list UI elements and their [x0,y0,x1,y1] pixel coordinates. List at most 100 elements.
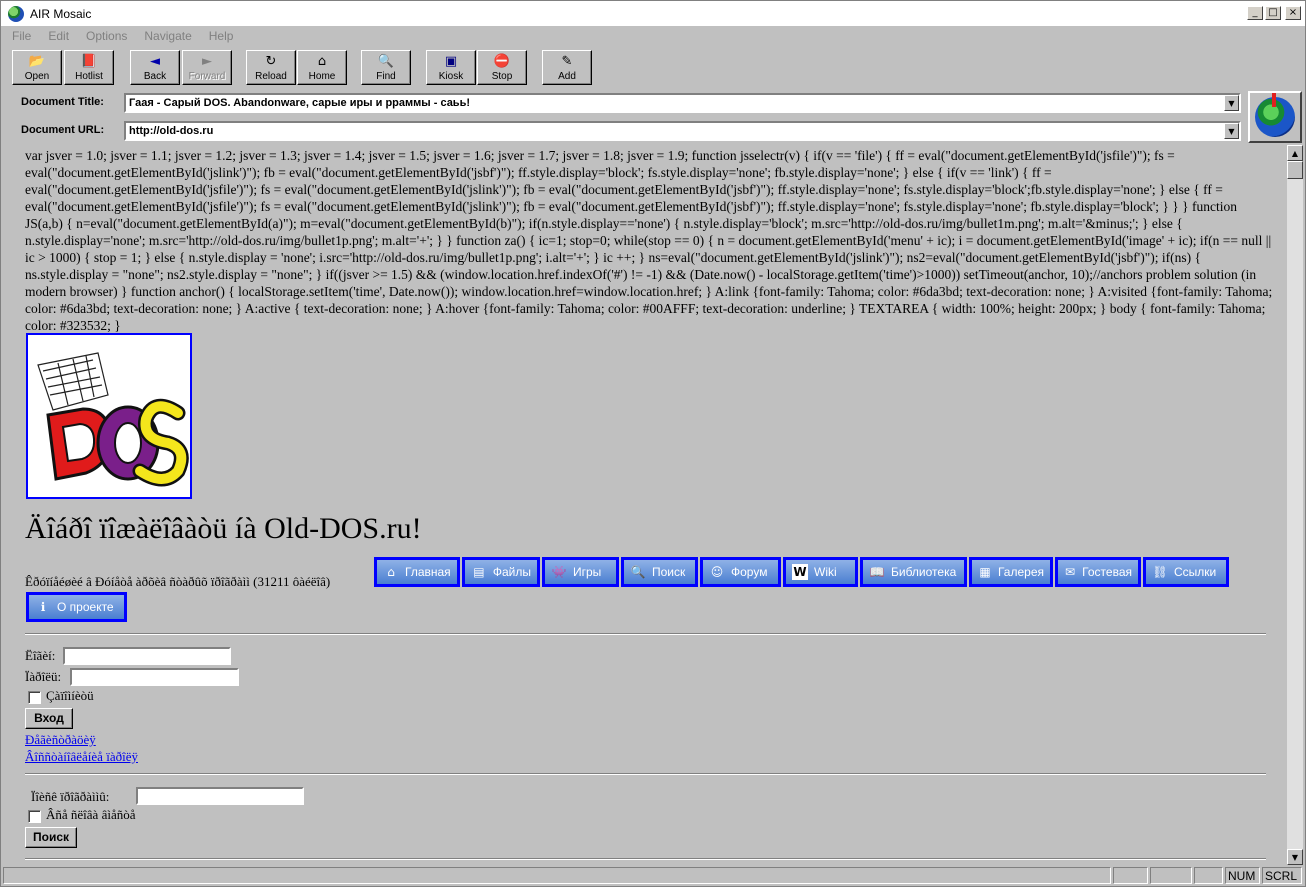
scroll-thumb[interactable] [1287,161,1303,179]
nav-library-button[interactable]: 📖 Библиотека [860,557,967,587]
document-title-label: Document Title: [21,96,104,108]
nav-library-label: Библиотека [891,564,957,579]
library-book-icon: 📖 [869,564,885,579]
welcome-heading: Äîáðî ïîæàëîâàòü íà Old-DOS.ru! [25,512,422,545]
stop-button[interactable]: ⛔ Stop [477,50,527,85]
globe-icon [1255,93,1295,137]
stop-sign-icon: ⛔ [493,53,511,69]
chevron-down-icon[interactable]: ▼ [1224,123,1239,139]
status-bar: NUM SCRL [1,865,1305,886]
nav-about-button[interactable]: ℹ О проекте [26,592,127,622]
nav-home-button[interactable]: ⌂ Главная [374,557,460,587]
add-label: Add [558,71,576,82]
guestbook-icon: ✉ [1065,564,1076,579]
restore-password-link[interactable]: Âîññòàíîâëåíèå ïàðîëÿ [25,748,138,765]
minimize-button[interactable]: _ [1247,6,1263,20]
activity-globe[interactable] [1248,91,1302,143]
nav-games-label: Игры [573,564,602,579]
login-input[interactable] [63,647,231,665]
reload-icon: ↻ [265,53,277,69]
forward-arrow-icon: ► [202,53,212,69]
register-link[interactable]: Ðåãèñòðàöèÿ [25,731,96,748]
title-bar[interactable]: AIR Mosaic _ □ × [1,1,1305,26]
gallery-picture-icon: ▦ [979,564,991,579]
forward-label: Forward [188,71,226,82]
vertical-scrollbar[interactable]: ▲ ▼ [1287,145,1303,865]
program-search-input[interactable] [136,787,304,805]
password-input[interactable] [70,668,239,686]
archive-info-text: Êðóïíåéøèé â Ðóíåòå àðõèâ ñòàðûõ ïðîãðàì… [25,574,331,589]
open-label: Open [24,71,50,82]
back-label: Back [143,71,167,82]
document-title-combo[interactable]: Гаая - Сарый DOS. Abandonware, сарые иры… [124,93,1241,113]
hotlist-button[interactable]: 📕 Hotlist [64,50,114,85]
nav-search-button[interactable]: 🔍 Поиск [621,557,698,587]
reload-button[interactable]: ↻ Reload [246,50,296,85]
scroll-up-icon[interactable]: ▲ [1287,145,1303,161]
add-hotlist-icon: ✎ [561,53,573,69]
nav-games-button[interactable]: 👾 Игры [542,557,619,587]
back-button[interactable]: ◄ Back [130,50,180,85]
menu-file[interactable]: File [1,27,37,45]
status-panel [1194,867,1223,884]
page-content: var jsver = 1.0; jsver = 1.1; jsver = 1.… [1,145,1287,865]
status-message [3,867,1111,884]
nav-links-label: Ссылки [1174,564,1217,579]
forward-button[interactable]: ► Forward [182,50,232,85]
program-search-label: Ïîèñê ïðîãðàììû: [31,789,110,804]
search-icon: 🔍 [630,564,646,579]
menu-edit[interactable]: Edit [37,27,75,45]
document-url-combo[interactable]: http://old-dos.ru ▼ [124,121,1241,141]
search-submit-button[interactable]: Поиск [25,827,77,848]
nav-forum-button[interactable]: ☺ Форум [700,557,781,587]
add-button[interactable]: ✎ Add [542,50,592,85]
document-title-row: Document Title: Гаая - Сарый DOS. Abando… [1,91,1245,115]
scroll-down-icon[interactable]: ▼ [1287,849,1303,865]
stop-label: Stop [491,71,513,82]
window-title: AIR Mosaic [30,6,92,21]
find-button[interactable]: 🔍 Find [361,50,411,85]
password-label: Ïàðîëü: [25,669,62,684]
maximize-button[interactable]: □ [1265,6,1281,20]
close-button[interactable]: × [1285,6,1301,20]
nav-gallery-label: Галерея [997,564,1044,579]
document-url-label: Document URL: [21,124,105,136]
nav-links-button[interactable]: ⛓ Ссылки [1143,557,1229,587]
nav-about-label: О проекте [57,599,114,614]
scroll-lock-indicator: SCRL [1262,867,1302,884]
nav-guestbook-button[interactable]: ✉ Гостевая [1055,557,1141,587]
hotlist-icon: 📕 [80,53,98,69]
chevron-down-icon[interactable]: ▼ [1224,95,1239,111]
nav-files-button[interactable]: ▤ Файлы [462,557,540,587]
kiosk-icon: ▣ [444,53,458,69]
home-icon: ⌂ [317,53,327,69]
kiosk-button[interactable]: ▣ Kiosk [426,50,476,85]
open-button[interactable]: 📂 Open [12,50,62,85]
window-controls: _ □ × [1247,6,1301,20]
nav-files-label: Файлы [492,564,531,579]
back-arrow-icon: ◄ [150,53,160,69]
remember-checkbox[interactable] [28,691,41,704]
nav-gallery-button[interactable]: ▦ Галерея [969,557,1053,587]
menu-help[interactable]: Help [198,27,240,45]
divider [25,633,1266,635]
games-invader-icon: 👾 [551,564,567,579]
nav-guestbook-label: Гостевая [1082,564,1132,579]
nav-wiki-button[interactable]: W Wiki [783,557,858,587]
nav-forum-label: Форум [731,564,768,579]
document-url-value: http://old-dos.ru [129,125,214,137]
menu-options[interactable]: Options [75,27,133,45]
remember-label: Çàïîìíèòü [46,688,94,703]
wiki-icon: W [792,564,808,580]
menu-navigate[interactable]: Navigate [133,27,197,45]
status-panel [1113,867,1148,884]
home-button[interactable]: ⌂ Home [297,50,347,85]
nav-home-label: Главная [405,564,451,579]
old-dos-logo [26,333,192,499]
old-dos-logo-icon [37,352,189,487]
globe-app-icon [8,5,24,22]
all-words-checkbox[interactable] [28,810,41,823]
document-url-row: Document URL: http://old-dos.ru ▼ [1,119,1245,143]
find-magnifier-icon: 🔍 [377,53,395,69]
login-submit-button[interactable]: Вход [25,708,73,729]
